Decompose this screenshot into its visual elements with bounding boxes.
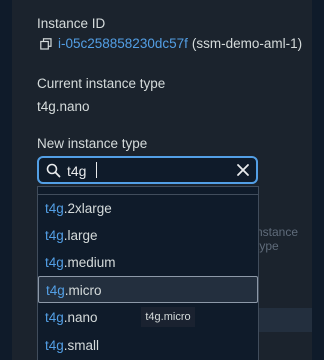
new-type-label: New instance type xyxy=(37,136,148,151)
option-t4g-small[interactable]: t4g.small xyxy=(38,332,258,359)
current-type-value: t4g.nano xyxy=(37,99,90,114)
option-match: t4g xyxy=(45,255,64,270)
close-icon[interactable] xyxy=(236,163,250,177)
option-rest: .small xyxy=(63,338,100,353)
option-rest: .2xlarge xyxy=(63,201,112,216)
option-t4g-medium[interactable]: t4g.medium xyxy=(38,249,258,276)
options-dropdown: t4g.2xlarge t4g.large t4g.medium t4g.mic… xyxy=(37,186,259,360)
text-cursor xyxy=(96,162,97,178)
option-rest: .medium xyxy=(63,255,116,270)
option-t4g-micro[interactable]: t4g.micro xyxy=(38,276,258,303)
option-tooltip: t4g.micro xyxy=(141,307,195,327)
instance-name: (ssm-demo-aml-1) xyxy=(191,36,303,51)
search-icon xyxy=(46,163,61,178)
option-t4g-large[interactable]: t4g.large xyxy=(38,222,258,249)
option-match: t4g xyxy=(45,338,64,353)
option-match: t4g xyxy=(45,201,64,216)
option-match: t4g xyxy=(45,228,64,243)
option-rest: .large xyxy=(63,228,98,243)
current-type-label: Current instance type xyxy=(37,76,166,91)
background-element xyxy=(258,308,312,332)
copy-icon[interactable] xyxy=(40,37,52,50)
instance-id-link[interactable]: i-05c258858230dc57f (ssm-demo-aml-1) xyxy=(40,36,302,51)
background-hint: nstance type xyxy=(256,225,299,253)
instance-id-value[interactable]: i-05c258858230dc57f xyxy=(58,36,188,51)
option-rest: .micro xyxy=(64,283,102,298)
option-match: t4g xyxy=(45,310,64,325)
option-t4g-2xlarge[interactable]: t4g.2xlarge xyxy=(38,195,258,222)
instance-type-search[interactable]: t4g xyxy=(37,156,258,184)
option-rest: .nano xyxy=(63,310,98,325)
instance-id-label: Instance ID xyxy=(37,16,106,31)
search-input[interactable]: t4g xyxy=(67,163,86,179)
option-match: t4g xyxy=(46,283,65,298)
